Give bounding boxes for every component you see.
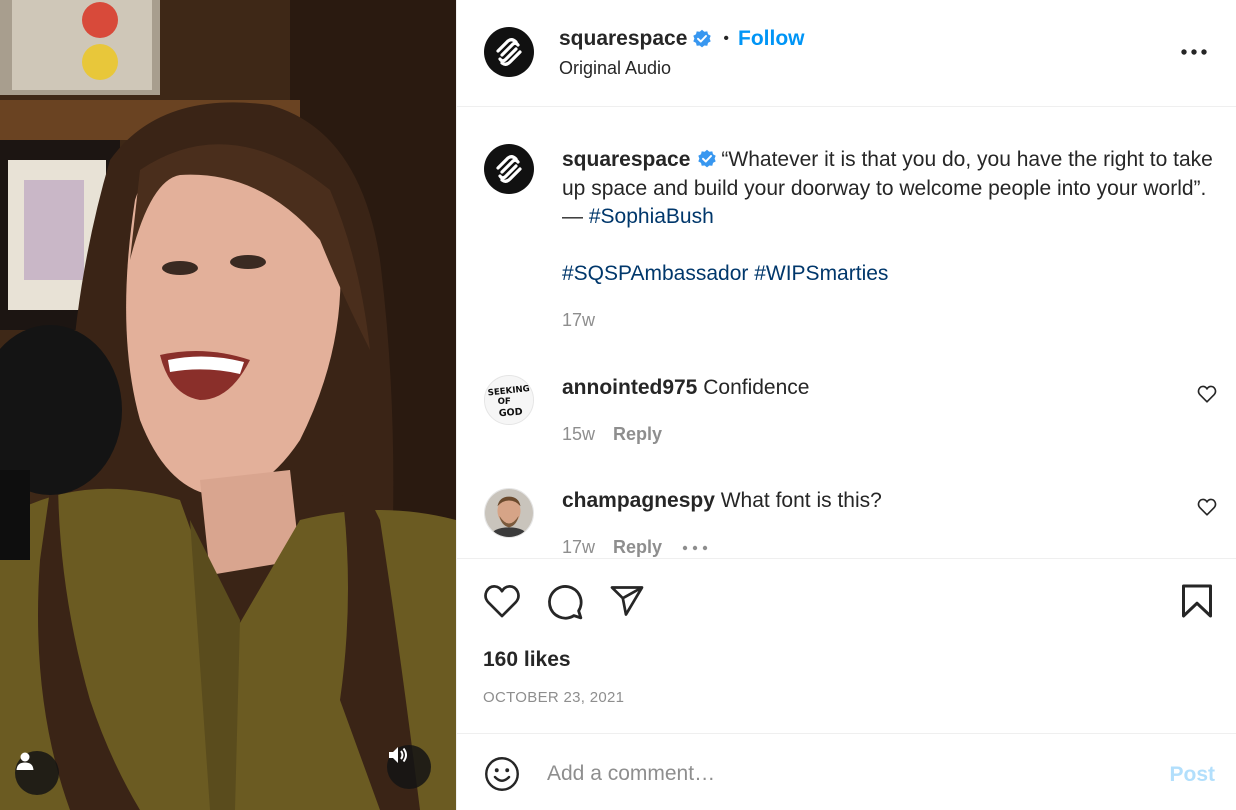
- commenter-avatar[interactable]: SEEKING OF GOD: [484, 375, 534, 425]
- user-icon: [16, 752, 34, 770]
- post-media[interactable]: [0, 0, 456, 810]
- comment-actions: 17w Reply: [562, 537, 708, 558]
- squarespace-logo-icon: [496, 155, 522, 183]
- more-horizontal-icon: [1181, 49, 1207, 55]
- like-comment-button[interactable]: [1197, 498, 1217, 521]
- caption-username[interactable]: squarespace: [562, 148, 690, 171]
- send-paper-plane-icon: [610, 586, 644, 616]
- comment-actions: 15w Reply: [562, 424, 662, 445]
- comment-button[interactable]: [546, 583, 584, 626]
- squarespace-logo-icon: [496, 38, 522, 66]
- bookmark-icon: [1182, 584, 1212, 618]
- share-button[interactable]: [608, 583, 646, 624]
- post-comment-button[interactable]: Post: [1169, 763, 1215, 787]
- commenter-username[interactable]: champagnespy: [562, 489, 715, 512]
- author-line: squarespace • Follow: [559, 27, 805, 51]
- emoji-smiley-icon: [485, 757, 519, 791]
- reply-button[interactable]: Reply: [613, 424, 662, 445]
- comment-more-options-icon[interactable]: [682, 544, 708, 552]
- comment-text: What font is this?: [720, 489, 882, 512]
- comment-body: annointed975 Confidence: [562, 376, 809, 400]
- like-comment-button[interactable]: [1197, 385, 1217, 408]
- author-username[interactable]: squarespace: [559, 27, 687, 51]
- heart-outline-icon: [1197, 385, 1217, 403]
- comment-timestamp[interactable]: 17w: [562, 537, 595, 558]
- emoji-button[interactable]: [484, 756, 520, 797]
- heart-outline-icon: [484, 585, 520, 618]
- comment-bubble-icon: [548, 585, 583, 620]
- post-caption: squarespace “Whatever it is that you do,…: [562, 146, 1222, 288]
- profile-photo-icon: [485, 489, 533, 537]
- separator-dot: •: [723, 30, 730, 47]
- handwritten-avatar-icon: SEEKING OF GOD: [485, 376, 533, 424]
- caption-timestamp[interactable]: 17w: [562, 310, 595, 331]
- comment-input[interactable]: [545, 754, 1149, 794]
- speaker-icon: [389, 747, 407, 763]
- more-options-button[interactable]: [1181, 40, 1207, 69]
- comment-item: SEEKING OF GOD annointed975 Confidence 1…: [457, 371, 1236, 471]
- comment-body: champagnespy What font is this?: [562, 489, 882, 513]
- heart-outline-icon: [1197, 498, 1217, 516]
- verified-badge-icon: [693, 29, 712, 48]
- like-button[interactable]: [483, 583, 521, 624]
- comment-item: champagnespy What font is this? 17w Repl…: [457, 484, 1236, 558]
- caption-author-avatar[interactable]: [484, 144, 534, 194]
- svg-text:GOD: GOD: [498, 407, 523, 420]
- audio-toggle-button[interactable]: [387, 745, 431, 789]
- save-button[interactable]: [1180, 583, 1214, 624]
- comment-timestamp[interactable]: 15w: [562, 424, 595, 445]
- post-header: squarespace • Follow Original Audio: [457, 0, 1236, 107]
- likes-count[interactable]: 160 likes: [483, 648, 571, 672]
- comment-text: Confidence: [703, 376, 810, 399]
- comment-composer: Post: [457, 733, 1236, 810]
- svg-text:OF: OF: [498, 397, 511, 407]
- post-detail-panel: squarespace • Follow Original Audio squa…: [456, 0, 1236, 810]
- commenter-username[interactable]: annointed975: [562, 376, 697, 399]
- post-date[interactable]: OCTOBER 23, 2021: [483, 689, 624, 706]
- post-actions: 160 likes OCTOBER 23, 2021: [457, 558, 1236, 733]
- hashtag-link[interactable]: #WIPSmarties: [754, 262, 888, 285]
- commenter-avatar[interactable]: [484, 488, 534, 538]
- follow-button[interactable]: Follow: [738, 27, 805, 51]
- video-frame: [0, 0, 456, 810]
- tagged-users-button[interactable]: [15, 751, 59, 795]
- reply-button[interactable]: Reply: [613, 537, 662, 558]
- comments-list[interactable]: squarespace “Whatever it is that you do,…: [457, 108, 1236, 558]
- hashtag-link[interactable]: #SQSPAmbassador: [562, 262, 748, 285]
- caption-hashtags: #SQSPAmbassador #WIPSmarties: [562, 260, 1222, 289]
- original-audio-link[interactable]: Original Audio: [559, 58, 671, 79]
- author-avatar[interactable]: [484, 27, 534, 77]
- hashtag-link[interactable]: #SophiaBush: [589, 205, 714, 228]
- verified-badge-icon: [698, 149, 717, 168]
